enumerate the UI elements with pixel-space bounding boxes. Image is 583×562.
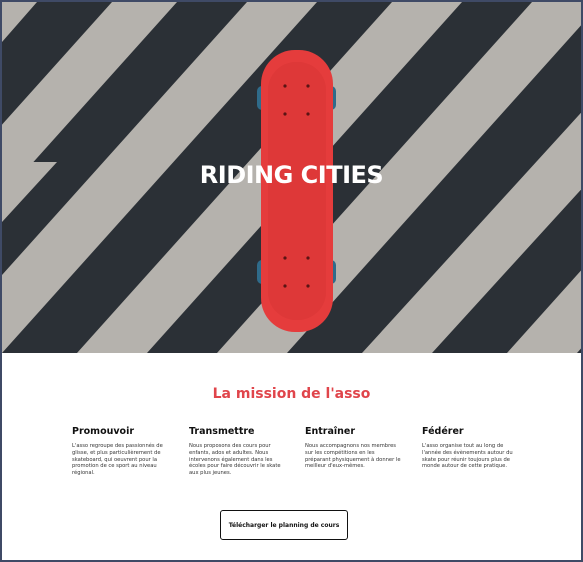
hero-banner: RIDING CITIES [2,2,581,353]
column-title: Fédérer [422,426,464,437]
column-text: Nous accompagnons nos membres sur les co… [305,443,401,470]
column-title: Transmettre [189,426,255,437]
download-schedule-button[interactable]: Télécharger le planning de cours [220,510,348,540]
mission-column-promouvoir: Promouvoir L'asso regroupe des passionné… [72,426,168,477]
mission-column-entrainer: Entraîner Nous accompagnons nos membres … [305,426,401,470]
column-text: Nous proposons des cours pour enfants, a… [189,443,281,477]
column-text: L'asso organise tout au long de l'année … [422,443,513,470]
mission-column-transmettre: Transmettre Nous proposons des cours pou… [189,426,285,477]
mission-column-federer: Fédérer L'asso organise tout au long de … [422,426,518,470]
column-text: L'asso regroupe des passionnés de glisse… [72,443,163,477]
hero-title: RIDING CITIES [199,161,384,189]
page-frame: RIDING CITIES La mission de l'asso Promo… [0,0,583,562]
column-title: Promouvoir [72,426,135,437]
mission-title: La mission de l'asso [212,386,371,402]
column-title: Entraîner [305,426,356,437]
